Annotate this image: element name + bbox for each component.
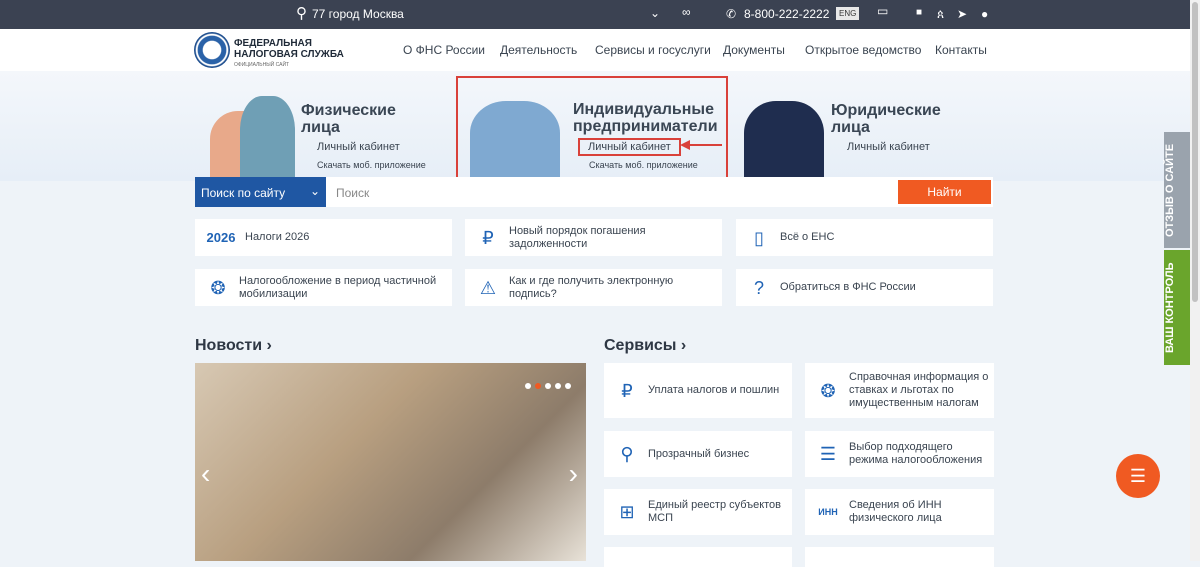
highlight-box-annotation: [456, 76, 728, 186]
legal-entities-image: [744, 101, 824, 181]
nav-contacts[interactable]: Контакты: [935, 43, 987, 57]
news-carousel[interactable]: ‹ ›: [195, 363, 586, 561]
question-icon: ?: [753, 277, 764, 298]
logo-line3: ОФИЦИАЛЬНЫЙ САЙТ: [234, 62, 290, 68]
msp-network-icon: ⊞: [619, 502, 635, 522]
individuals-title[interactable]: Физические лица: [301, 102, 396, 136]
service-card[interactable]: [805, 547, 994, 567]
emblem-icon: ❂: [210, 277, 226, 298]
accessibility-glasses-icon[interactable]: ∞: [682, 5, 691, 19]
quick-link-contact-fns[interactable]: ? Обратиться в ФНС России: [736, 269, 993, 306]
quick-link-mobilization[interactable]: ❂ Налогообложение в период частичной моби…: [195, 269, 452, 306]
phone-number[interactable]: 8-800-222-2222: [744, 7, 829, 21]
city-selector[interactable]: 77 город Москва: [312, 7, 404, 21]
language-button[interactable]: ENG: [836, 7, 860, 20]
carousel-dots[interactable]: [525, 383, 571, 389]
nav-open-agency[interactable]: Открытое ведомство: [805, 43, 921, 57]
scrollbar-thumb[interactable]: [1192, 2, 1198, 302]
quick-link-taxes-2026[interactable]: 2026 Налоги 2026: [195, 219, 452, 256]
search-input[interactable]: Поиск: [336, 186, 369, 200]
service-property-tax-info[interactable]: ❂ Справочная информация о ставках и льгот…: [805, 363, 994, 418]
service-msp-registry[interactable]: ⊞ Единый реестр субъектов МСП: [604, 489, 792, 535]
search-scope-select[interactable]: Поиск по сайту ⌄: [195, 177, 326, 207]
service-tax-regime[interactable]: ☰ Выбор подходящего режима налогообложени…: [805, 431, 994, 477]
nav-services[interactable]: Сервисы и госуслуги: [595, 43, 711, 57]
phone-ruble-icon: ▯: [754, 227, 764, 248]
logo-text[interactable]: ФЕДЕРАЛЬНАЯ НАЛОГОВАЯ СЛУЖБА ОФИЦИАЛЬНЫЙ…: [234, 38, 344, 71]
ruble-cycle-icon: ₽: [482, 227, 494, 248]
quick-link-e-signature[interactable]: ⚠ Как и где получить электронную подпись?: [465, 269, 722, 306]
location-pin-icon: ⚲: [296, 5, 307, 22]
services-heading[interactable]: Сервисы ›: [604, 337, 686, 355]
news-heading[interactable]: Новости ›: [195, 337, 272, 355]
signature-document-icon: ⚠: [479, 277, 497, 298]
individuals-image-2: [240, 96, 295, 181]
your-control-tab[interactable]: ВАШ КОНТРОЛЬ: [1164, 250, 1190, 365]
fns-emblem-logo[interactable]: [194, 32, 230, 68]
site-feedback-tab[interactable]: ОТЗЫВ О САЙТЕ: [1164, 132, 1190, 248]
nav-about[interactable]: О ФНС России: [403, 43, 485, 57]
lamp-icon: ⚲: [620, 444, 634, 464]
chevron-down-icon[interactable]: ⌄: [650, 6, 660, 20]
legal-entities-cabinet-link[interactable]: Личный кабинет: [847, 141, 930, 153]
service-inn-info[interactable]: ИНН Сведения об ИНН физического лица: [805, 489, 994, 535]
carousel-next-icon[interactable]: ›: [569, 458, 578, 490]
individuals-app-link[interactable]: Скачать моб. приложение: [317, 160, 426, 170]
emblem-network-icon: ❂: [820, 380, 836, 401]
logo-line1: ФЕДЕРАЛЬНАЯ: [234, 38, 312, 49]
logo-line2: НАЛОГОВАЯ СЛУЖБА: [234, 49, 344, 60]
vk-icon[interactable]: ■: [916, 7, 922, 18]
nav-activity[interactable]: Деятельность: [500, 43, 577, 57]
inn-document-icon: ИНН: [818, 507, 838, 517]
chevron-down-icon: ⌄: [309, 184, 320, 198]
quick-link-ens[interactable]: ▯ Всё о ЕНС: [736, 219, 993, 256]
phone-icon: ✆: [726, 7, 737, 21]
header: ФЕДЕРАЛЬНАЯ НАЛОГОВАЯ СЛУЖБА ОФИЦИАЛЬНЫЙ…: [0, 29, 1190, 71]
chat-icon: ☰: [1129, 466, 1147, 486]
top-bar: ⚲ 77 город Москва ⌄ ∞ ✆ 8-800-222-2222 E…: [0, 0, 1190, 29]
max-icon[interactable]: ●: [981, 7, 988, 21]
chat-button[interactable]: ☰: [1116, 454, 1160, 498]
individuals-cabinet-link[interactable]: Личный кабинет: [317, 141, 400, 153]
ok-icon[interactable]: ጰ: [937, 7, 944, 22]
telegram-icon[interactable]: ➤: [957, 7, 967, 21]
feedback-icon[interactable]: ▭: [877, 4, 888, 18]
nav-documents[interactable]: Документы: [723, 43, 785, 57]
legal-entities-title[interactable]: Юридические лица: [831, 102, 941, 136]
search-bar: Поиск по сайту ⌄ Поиск Найти: [195, 177, 993, 207]
year-2026-icon: 2026: [206, 229, 236, 245]
service-transparent-business[interactable]: ⚲ Прозрачный бизнес: [604, 431, 792, 477]
carousel-prev-icon[interactable]: ‹: [201, 458, 210, 490]
search-button[interactable]: Найти: [898, 180, 991, 204]
sliders-icon: ☰: [819, 444, 837, 464]
service-pay-taxes[interactable]: ₽ Уплата налогов и пошлин: [604, 363, 792, 418]
quick-link-debt-order[interactable]: ₽ Новый порядок погашения задолженности: [465, 219, 722, 256]
service-card[interactable]: [604, 547, 792, 567]
phone-ruble-icon: ₽: [621, 380, 633, 401]
